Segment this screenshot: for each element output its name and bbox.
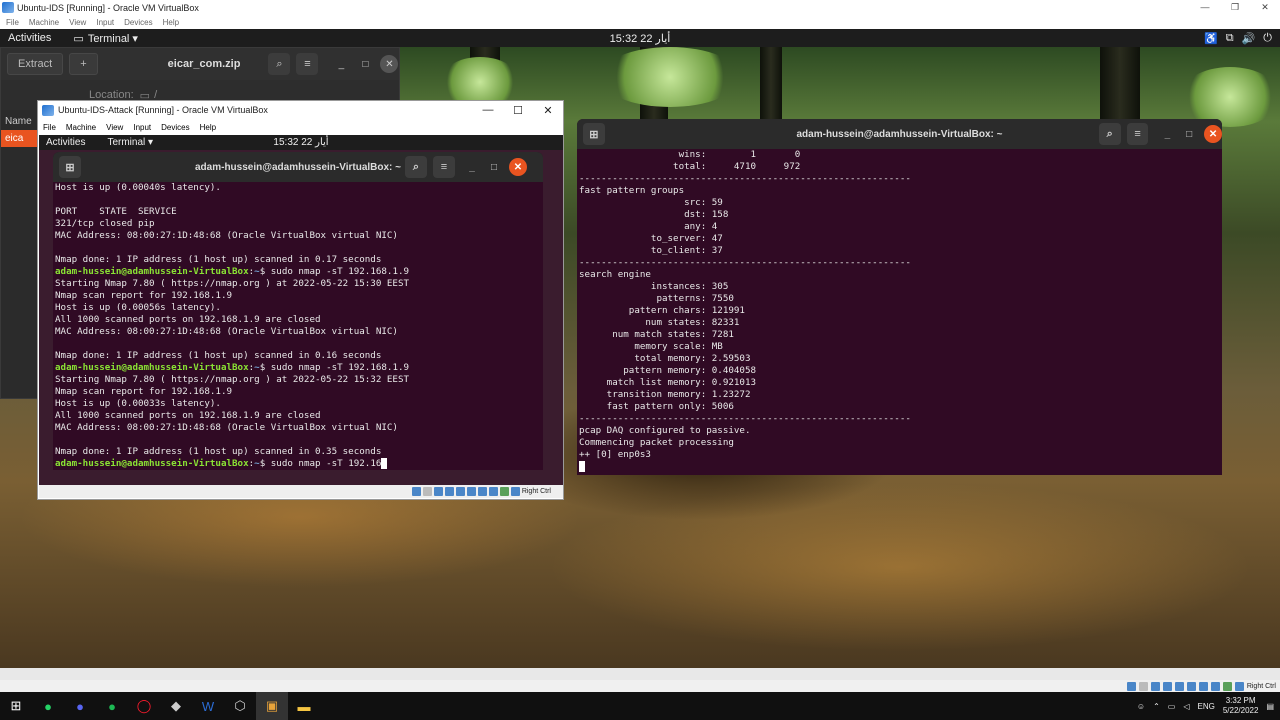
- search-icon[interactable]: ⌕: [405, 156, 427, 178]
- close-button[interactable]: ✕: [1250, 2, 1280, 13]
- network-icon: ⧉: [1225, 31, 1234, 44]
- snort-terminal-window: adam-hussein@adamhussein-VirtualBox: ~ ⊞…: [577, 119, 1222, 475]
- host-horizontal-scrollbar[interactable]: [0, 668, 1280, 680]
- hamburger-menu-icon[interactable]: ≡: [433, 156, 455, 178]
- vm-status-bar: Right Ctrl: [39, 485, 563, 498]
- power-icon: ⏻: [1263, 31, 1272, 44]
- menu-view[interactable]: View: [69, 18, 86, 27]
- close-icon[interactable]: ✕: [1204, 125, 1222, 143]
- menu-help[interactable]: Help: [163, 18, 179, 27]
- people-icon[interactable]: ☺: [1137, 702, 1145, 711]
- file-list: Name eica: [1, 113, 37, 147]
- maximize-icon[interactable]: □: [485, 158, 503, 176]
- vm-menubar: File Machine View Input Devices Help: [38, 119, 563, 135]
- volume-icon: 🔊: [1241, 32, 1256, 45]
- vm-clock[interactable]: 15:32 22 أيار: [39, 137, 563, 148]
- search-icon[interactable]: ⌕: [268, 53, 291, 75]
- host-status-bar: Right Ctrl: [0, 680, 1280, 692]
- clock-area[interactable]: 3:32 PM 5/22/2022: [1223, 696, 1259, 716]
- close-icon[interactable]: ✕: [509, 158, 527, 176]
- word-icon[interactable]: W: [192, 692, 224, 720]
- system-tray[interactable]: ♿ ⧉ 🔊 ⏻: [1204, 32, 1272, 45]
- network-icon[interactable]: ▭: [1168, 702, 1176, 711]
- attack-vm-window: Ubuntu-IDS-Attack [Running] - Oracle VM …: [37, 100, 564, 500]
- menu-help[interactable]: Help: [200, 123, 216, 132]
- menu-view[interactable]: View: [106, 123, 123, 132]
- wallpaper-foliage: [600, 47, 740, 107]
- start-icon[interactable]: ⊞: [0, 692, 32, 720]
- date: 5/22/2022: [1222, 706, 1259, 715]
- whatsapp-icon[interactable]: ●: [32, 692, 64, 720]
- maximize-icon[interactable]: □: [356, 55, 374, 73]
- archive-title: eicar_com.zip: [167, 58, 241, 70]
- windows-tray: ☺ ⌃ ▭ ◁ ENG 3:32 PM 5/22/2022 ▤: [1137, 696, 1280, 716]
- time: 3:32 PM: [1225, 696, 1256, 705]
- list-item[interactable]: eica: [1, 130, 37, 147]
- minimize-icon[interactable]: _: [463, 158, 481, 176]
- wallpaper-foliage: [1180, 67, 1280, 127]
- language-indicator[interactable]: ENG: [1198, 702, 1215, 711]
- menu-machine[interactable]: Machine: [66, 123, 96, 132]
- ubuntu-top-bar: Activities ▭ Terminal ▾ 15:32 22 أيار ♿ ⧉…: [0, 29, 1280, 47]
- close-button[interactable]: ✕: [533, 104, 563, 117]
- terminal-icon: ▭: [73, 32, 84, 45]
- virtualbox-icon: [42, 104, 54, 116]
- add-button[interactable]: +: [69, 53, 98, 75]
- hamburger-menu-icon[interactable]: ≡: [1126, 123, 1149, 145]
- menu-input[interactable]: Input: [133, 123, 151, 132]
- cube-icon[interactable]: ⬡: [224, 692, 256, 720]
- host-window-titlebar: Ubuntu-IDS [Running] - Oracle VM Virtual…: [0, 0, 1280, 15]
- minimize-button[interactable]: —: [1190, 2, 1220, 13]
- file-explorer-icon[interactable]: ▬: [288, 692, 320, 720]
- snort-output[interactable]: wins: 1 0 total: 4710 972 --------------…: [577, 149, 1222, 473]
- vm-display[interactable]: Activities Terminal ▾ 15:32 22 أيار adam…: [39, 135, 563, 487]
- menu-file[interactable]: File: [43, 123, 56, 132]
- new-tab-icon[interactable]: ⊞: [583, 123, 605, 145]
- terminal-title: adam-hussein@adamhussein-VirtualBox: ~: [796, 128, 1003, 140]
- nmap-terminal-window: adam-hussein@adamhussein-VirtualBox: ~ ⊞…: [53, 152, 543, 470]
- host-menubar: File Machine View Input Devices Help: [0, 15, 1280, 29]
- vm-window-title: Ubuntu-IDS-Attack [Running] - Oracle VM …: [58, 105, 268, 115]
- new-tab-icon[interactable]: ⊞: [59, 156, 81, 178]
- close-icon[interactable]: ✕: [380, 55, 399, 73]
- host-key-label: Right Ctrl: [1246, 682, 1276, 690]
- menu-devices[interactable]: Devices: [124, 18, 152, 27]
- discord-icon[interactable]: ●: [64, 692, 96, 720]
- extract-button[interactable]: Extract: [7, 53, 64, 75]
- menu-file[interactable]: File: [6, 18, 19, 27]
- host-key-label: Right Ctrl: [521, 488, 551, 495]
- maximize-icon[interactable]: □: [1180, 125, 1198, 143]
- chevron-up-icon[interactable]: ⌃: [1153, 702, 1160, 711]
- search-icon[interactable]: ⌕: [1098, 123, 1121, 145]
- volume-icon[interactable]: ◁: [1183, 702, 1189, 711]
- virtualbox-taskbar-icon[interactable]: ▣: [256, 692, 288, 720]
- opera-icon[interactable]: ◯: [128, 692, 160, 720]
- app-menu-label: Terminal ▾: [87, 32, 138, 45]
- windows-taskbar: ⊞ ● ● ● ◯ ◆ W ⬡ ▣ ▬ ☺ ⌃ ▭ ◁ ENG 3:32 PM …: [0, 692, 1280, 720]
- menu-input[interactable]: Input: [96, 18, 114, 27]
- minimize-icon[interactable]: _: [332, 55, 350, 73]
- accessibility-icon[interactable]: ♿: [1204, 32, 1218, 45]
- restore-button[interactable]: ❐: [1220, 2, 1250, 13]
- menu-devices[interactable]: Devices: [161, 123, 189, 132]
- spotify-icon[interactable]: ●: [96, 692, 128, 720]
- virtualbox-icon: [2, 2, 14, 13]
- app-icon[interactable]: ◆: [160, 692, 192, 720]
- column-header-name[interactable]: Name: [1, 113, 37, 130]
- minimize-icon[interactable]: _: [1158, 125, 1176, 143]
- app-menu[interactable]: ▭ Terminal ▾: [73, 32, 138, 45]
- nmap-output[interactable]: Host is up (0.00040s latency). PORT STAT…: [53, 182, 543, 470]
- clock[interactable]: 15:32 22 أيار: [0, 32, 1280, 45]
- host-window-title: Ubuntu-IDS [Running] - Oracle VM Virtual…: [17, 2, 199, 13]
- maximize-button[interactable]: ☐: [503, 104, 533, 117]
- hamburger-menu-icon[interactable]: ≡: [296, 53, 319, 75]
- notification-icon[interactable]: ▤: [1266, 702, 1274, 711]
- menu-machine[interactable]: Machine: [29, 18, 59, 27]
- minimize-button[interactable]: —: [473, 104, 503, 117]
- vm-top-bar: Activities Terminal ▾ 15:32 22 أيار: [39, 135, 563, 150]
- activities-button[interactable]: Activities: [8, 32, 51, 44]
